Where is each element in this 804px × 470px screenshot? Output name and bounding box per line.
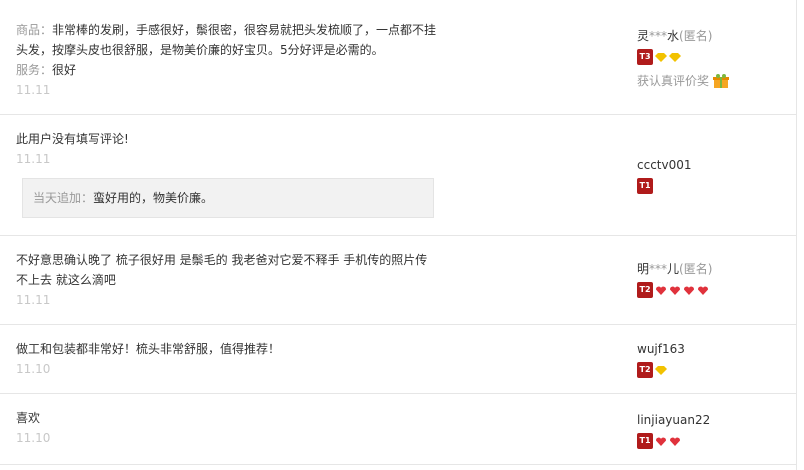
- reviewer: 灵***水(匿名) T3 获认真评价奖: [637, 27, 730, 90]
- reviewer-badges: T1: [637, 177, 692, 195]
- reviewer-name[interactable]: ccctv001: [637, 156, 692, 174]
- review-date: 11.11: [16, 83, 51, 97]
- review-text-line: 不上去 就这么滴吧: [16, 273, 116, 287]
- reviewer: wujf163 T2: [637, 340, 685, 379]
- gift-icon: [713, 74, 730, 88]
- appended-review: 当天追加：蛮好用的，物美价廉。: [22, 178, 434, 218]
- review-text: 做工和包装都非常好！梳头非常舒服，值得推荐！: [16, 342, 281, 356]
- review-item: 喜欢 11.10 linjiayuan22 T1: [0, 394, 796, 465]
- reviewer-name-suffix: 儿: [667, 262, 680, 276]
- reviewer-badges: T3: [637, 48, 729, 66]
- reviewer-name-prefix: 明: [637, 262, 650, 276]
- reviewer-name-suffix: 水: [667, 29, 680, 43]
- review-content: 商品：非常棒的发刷，手感很好，鬃很密，很容易就把头发梳顺了，一点都不挂 头发，按…: [16, 20, 436, 100]
- product-label: 商品：: [16, 23, 53, 37]
- reviewer-name: 灵***水(匿名): [637, 27, 729, 45]
- review-date: 11.11: [16, 293, 51, 307]
- anonymous-tag: (匿名): [679, 262, 713, 276]
- review-list: 商品：非常棒的发刷，手感很好，鬃很密，很容易就把头发梳顺了，一点都不挂 头发，按…: [0, 0, 797, 470]
- review-content: 不好意思确认晚了 梳子很好用 是鬃毛的 我老爸对它爱不释手 手机传的照片传 不上…: [16, 250, 436, 310]
- review-item: 不好意思确认晚了 梳子很好用 是鬃毛的 我老爸对它爱不释手 手机传的照片传 不上…: [0, 236, 796, 325]
- reviewer-name: 明***儿(匿名): [637, 260, 712, 278]
- review-text: 此用户没有填写评论!: [16, 132, 129, 146]
- review-item: 商品：非常棒的发刷，手感很好，鬃很密，很容易就把头发梳顺了，一点都不挂 头发，按…: [0, 0, 796, 115]
- award-text[interactable]: 获认真评价奖: [637, 72, 709, 90]
- reviewer-name-mask: ***: [649, 29, 668, 43]
- service-label: 服务：: [16, 63, 53, 77]
- award-row: 获认真评价奖: [637, 72, 730, 90]
- reviewer-badges: T2: [637, 361, 685, 379]
- reviewer-name[interactable]: linjiayuan22: [637, 411, 710, 429]
- reviewer-name-mask: ***: [649, 262, 668, 276]
- review-text: 喜欢: [16, 411, 41, 425]
- heart-icon: [656, 286, 666, 295]
- reviewer-name-prefix: 灵: [637, 29, 650, 43]
- diamond-icon: [669, 52, 681, 62]
- heart-icon: [684, 286, 694, 295]
- append-text: 蛮好用的，物美价廉。: [93, 191, 214, 205]
- heart-icon: [670, 286, 680, 295]
- level-badge[interactable]: T1: [637, 433, 653, 449]
- reviewer: linjiayuan22 T1: [637, 411, 710, 450]
- reviewer: 明***儿(匿名) T2: [637, 260, 712, 299]
- review-content: 此用户没有填写评论! 11.11: [16, 129, 436, 169]
- review-date: 11.10: [16, 362, 51, 376]
- review-text-line: 不好意思确认晚了 梳子很好用 是鬃毛的 我老爸对它爱不释手 手机传的照片传: [16, 253, 428, 267]
- heart-icon: [656, 437, 666, 446]
- review-date: 11.11: [16, 152, 51, 166]
- reviewer-badges: T2: [637, 281, 712, 299]
- level-badge[interactable]: T3: [637, 49, 653, 65]
- service-text: 很好: [52, 63, 77, 77]
- anonymous-tag: (匿名): [679, 29, 713, 43]
- level-badge[interactable]: T2: [637, 362, 653, 378]
- review-item: 做工和包装都非常好！梳头非常舒服，值得推荐！ 11.10 wujf163 T2: [0, 325, 796, 394]
- diamond-icon: [655, 365, 667, 375]
- level-badge[interactable]: T2: [637, 282, 653, 298]
- reviewer-name[interactable]: wujf163: [637, 340, 685, 358]
- review-item: 此用户没有填写评论! 11.11 当天追加：蛮好用的，物美价廉。 ccctv00…: [0, 115, 796, 236]
- review-text-line: 非常棒的发刷，手感很好，鬃很密，很容易就把头发梳顺了，一点都不挂: [52, 23, 437, 37]
- reviewer-badges: T1: [637, 432, 710, 450]
- review-content: 做工和包装都非常好！梳头非常舒服，值得推荐！ 11.10: [16, 339, 436, 379]
- append-label: 当天追加：: [33, 191, 94, 205]
- heart-icon: [698, 286, 708, 295]
- heart-icon: [670, 437, 680, 446]
- level-badge[interactable]: T1: [637, 178, 653, 194]
- review-content: 喜欢 11.10: [16, 408, 436, 448]
- review-text-line: 头发，按摩头皮也很舒服，是物美价廉的好宝贝。5分好评是必需的。: [16, 43, 384, 57]
- reviewer: ccctv001 T1: [637, 156, 692, 195]
- diamond-icon: [655, 52, 667, 62]
- review-date: 11.10: [16, 431, 51, 445]
